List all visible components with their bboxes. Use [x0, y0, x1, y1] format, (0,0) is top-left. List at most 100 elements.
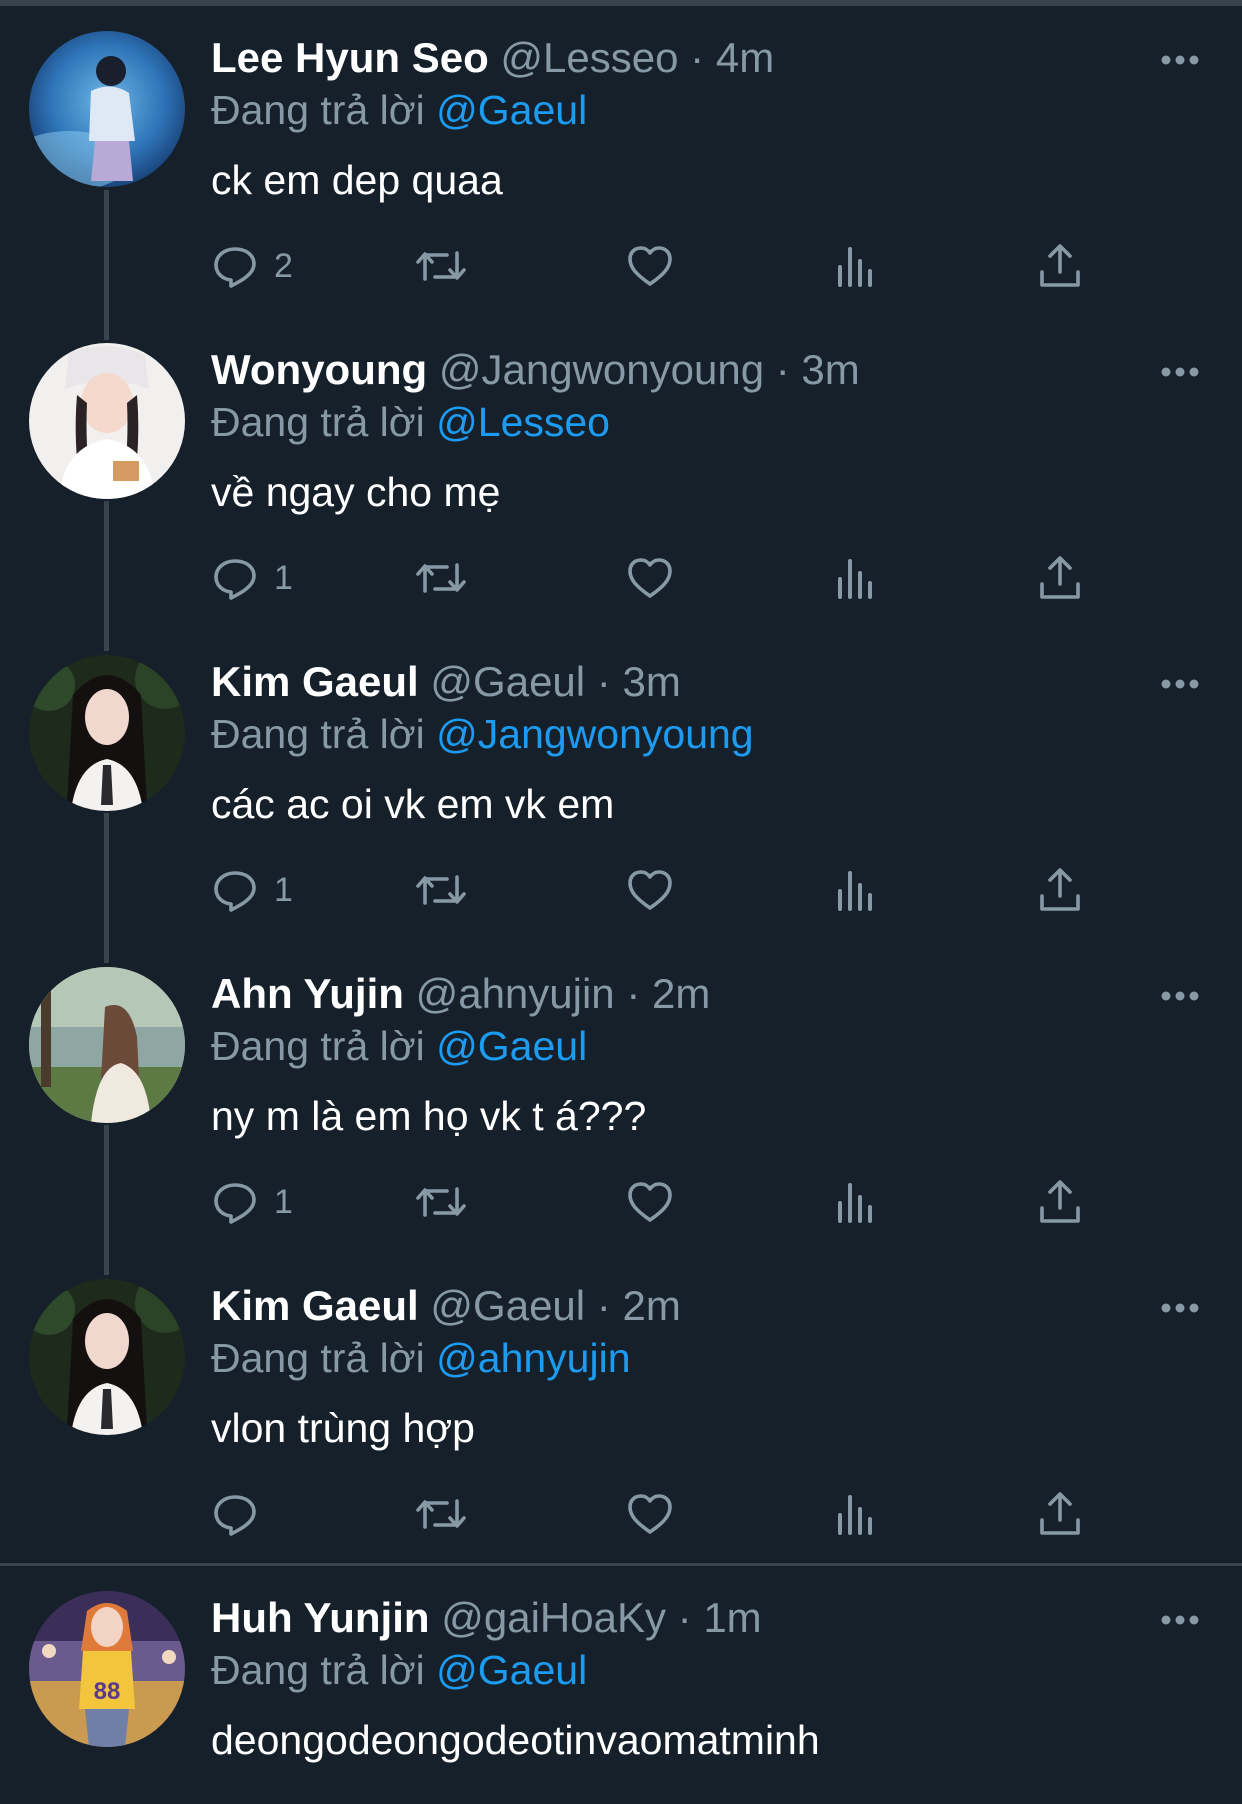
views-icon — [838, 559, 872, 599]
like-button[interactable] — [625, 1484, 675, 1544]
tweet-text: ny m là em họ vk t á??? — [211, 1093, 647, 1139]
tweet-text: ck em dep quaa — [211, 157, 503, 203]
username[interactable]: @ahnyujin — [416, 970, 615, 1017]
tweet-header: Ahn Yujin @ahnyujin · 2m — [211, 968, 710, 1020]
timestamp[interactable]: 3m — [801, 346, 859, 393]
timestamp[interactable]: 4m — [716, 34, 774, 81]
share-button[interactable] — [1035, 1172, 1085, 1232]
replying-to-label: Đang trả lời — [211, 711, 425, 757]
reply-button[interactable] — [210, 1484, 274, 1544]
avatar[interactable] — [29, 31, 185, 187]
timestamp[interactable]: 2m — [652, 970, 710, 1017]
retweet-button[interactable] — [415, 236, 467, 296]
tweet[interactable]: 88 Huh Yunjin @gaiHoaKy · 1m Đang trả lờ… — [0, 1560, 1242, 1804]
share-button[interactable] — [1035, 236, 1085, 296]
mention-link[interactable]: @Gaeul — [436, 1647, 587, 1693]
views-button[interactable] — [830, 236, 880, 296]
share-button[interactable] — [1035, 1484, 1085, 1544]
views-button[interactable] — [830, 1172, 880, 1232]
reply-button[interactable]: 1 — [210, 1172, 293, 1232]
separator-dot: · — [677, 1594, 692, 1641]
share-icon — [1040, 1492, 1080, 1535]
share-button[interactable] — [1035, 548, 1085, 608]
mention-link[interactable]: @ahnyujin — [436, 1335, 630, 1381]
separator-dot: · — [690, 34, 705, 81]
username[interactable]: @Jangwonyoung — [439, 346, 764, 393]
username[interactable]: @gaiHoaKy — [441, 1594, 666, 1641]
retweet-button[interactable] — [415, 548, 467, 608]
share-button[interactable] — [1035, 860, 1085, 920]
reply-button[interactable]: 1 — [210, 548, 293, 608]
action-bar — [210, 1484, 1110, 1544]
action-bar: 2 — [210, 236, 1110, 296]
timestamp[interactable]: 1m — [703, 1594, 761, 1641]
retweet-button[interactable] — [415, 860, 467, 920]
reply-count: 2 — [274, 246, 293, 285]
heart-icon — [628, 1182, 672, 1222]
avatar[interactable] — [29, 655, 185, 811]
reply-icon — [214, 1183, 256, 1224]
mention-link[interactable]: @Gaeul — [436, 87, 587, 133]
retweet-icon — [416, 563, 466, 593]
more-icon[interactable] — [1150, 40, 1210, 80]
username[interactable]: @Gaeul — [430, 658, 585, 705]
display-name[interactable]: Wonyoung — [211, 346, 427, 393]
replying-to-label: Đang trả lời — [211, 1023, 425, 1069]
mention-link[interactable]: @Jangwonyoung — [436, 711, 753, 757]
timestamp[interactable]: 3m — [622, 658, 680, 705]
avatar[interactable]: 88 — [29, 1591, 185, 1747]
replying-to: Đang trả lời @Lesseo — [211, 396, 610, 448]
tweet-header: Huh Yunjin @gaiHoaKy · 1m — [211, 1592, 762, 1644]
mention-link[interactable]: @Lesseo — [436, 399, 610, 445]
like-button[interactable] — [625, 236, 675, 296]
tweet-text: deongodeongodeotinvaomatminh — [211, 1717, 820, 1763]
share-icon — [1040, 1180, 1080, 1223]
tweet[interactable]: Wonyoung @Jangwonyoung · 3m Đang trả lời… — [0, 312, 1242, 624]
tweet[interactable]: Ahn Yujin @ahnyujin · 2m Đang trả lời @G… — [0, 936, 1242, 1248]
replying-to-label: Đang trả lời — [211, 87, 425, 133]
share-icon — [1040, 244, 1080, 287]
more-icon[interactable] — [1150, 664, 1210, 704]
more-icon[interactable] — [1150, 352, 1210, 392]
retweet-icon — [416, 875, 466, 905]
reply-count: 1 — [274, 558, 293, 597]
views-button[interactable] — [830, 860, 880, 920]
display-name[interactable]: Ahn Yujin — [211, 970, 404, 1017]
tweet[interactable]: Kim Gaeul @Gaeul · 3m Đang trả lời @Jang… — [0, 624, 1242, 936]
display-name[interactable]: Lee Hyun Seo — [211, 34, 489, 81]
separator-dot: · — [596, 658, 611, 705]
display-name[interactable]: Kim Gaeul — [211, 658, 419, 705]
reply-button[interactable]: 1 — [210, 860, 293, 920]
reply-count: 1 — [274, 870, 293, 909]
views-icon — [838, 1183, 872, 1223]
like-button[interactable] — [625, 1172, 675, 1232]
tweet[interactable]: Lee Hyun Seo @Lesseo · 4m Đang trả lời @… — [0, 0, 1242, 312]
timestamp[interactable]: 2m — [622, 1282, 680, 1329]
retweet-button[interactable] — [415, 1172, 467, 1232]
display-name[interactable]: Huh Yunjin — [211, 1594, 430, 1641]
reply-icon — [214, 559, 256, 600]
views-button[interactable] — [830, 548, 880, 608]
like-button[interactable] — [625, 860, 675, 920]
replying-to: Đang trả lời @ahnyujin — [211, 1332, 631, 1384]
replying-to: Đang trả lời @Gaeul — [211, 1020, 587, 1072]
reply-button[interactable]: 2 — [210, 236, 293, 296]
more-icon[interactable] — [1150, 1600, 1210, 1640]
more-icon[interactable] — [1150, 1288, 1210, 1328]
views-button[interactable] — [830, 1484, 880, 1544]
avatar[interactable] — [29, 343, 185, 499]
retweet-icon — [416, 1187, 466, 1217]
replying-to-label: Đang trả lời — [211, 399, 425, 445]
username[interactable]: @Lesseo — [500, 34, 678, 81]
username[interactable]: @Gaeul — [430, 1282, 585, 1329]
more-icon[interactable] — [1150, 976, 1210, 1016]
mention-link[interactable]: @Gaeul — [436, 1023, 587, 1069]
avatar[interactable] — [29, 967, 185, 1123]
display-name[interactable]: Kim Gaeul — [211, 1282, 419, 1329]
tweet[interactable]: Kim Gaeul @Gaeul · 2m Đang trả lời @ahny… — [0, 1248, 1242, 1560]
retweet-button[interactable] — [415, 1484, 467, 1544]
avatar[interactable] — [29, 1279, 185, 1435]
like-button[interactable] — [625, 548, 675, 608]
share-icon — [1040, 868, 1080, 911]
separator-dot: · — [596, 1282, 611, 1329]
